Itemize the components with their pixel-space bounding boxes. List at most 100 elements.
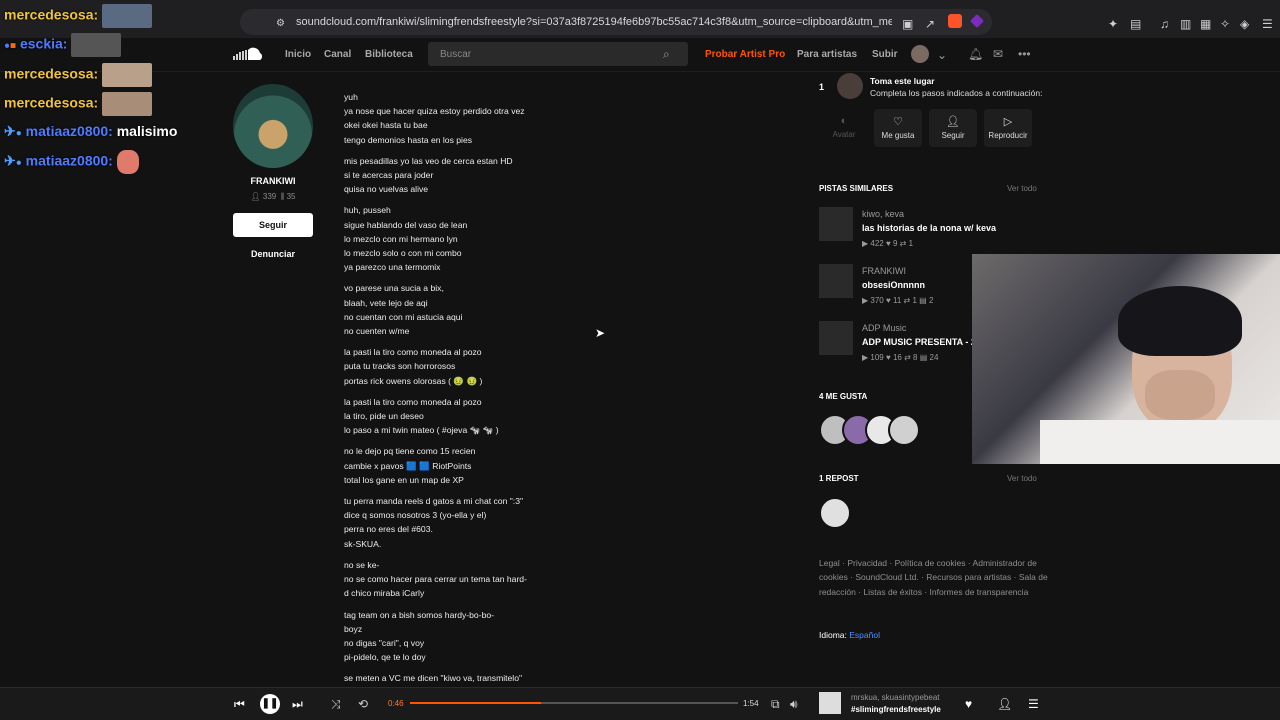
reposts-see-all[interactable]: Ver todo [1007, 474, 1037, 483]
nav-feed[interactable]: Canal [324, 49, 351, 60]
nav-home[interactable]: Inicio [285, 49, 311, 60]
soundcloud-logo-icon[interactable] [232, 46, 264, 62]
liker-avatar[interactable] [888, 414, 920, 446]
wallet-icon[interactable]: ▤ [1130, 17, 1141, 31]
menu-icon[interactable]: ☰ [1262, 17, 1273, 31]
report-link[interactable]: Denunciar [233, 249, 313, 259]
similar-see-all[interactable]: Ver todo [1007, 184, 1037, 193]
plays-icon: ▶ [862, 353, 869, 362]
reposts-heading: 1 REPOST [819, 474, 859, 483]
reposts-icon: ⇄ [899, 239, 907, 248]
language-selector[interactable]: Idioma: Español [819, 630, 880, 640]
previous-icon[interactable]: ⏮︎ [234, 697, 245, 711]
like-step-button[interactable]: ♡ Me gusta [874, 109, 922, 147]
likes-icon: ♥ [885, 239, 891, 248]
reposter-avatar[interactable] [819, 497, 851, 529]
lyrics-stanza: no se ke-no se como hacer para cerrar un… [344, 558, 574, 601]
search-input[interactable]: Buscar [440, 49, 471, 60]
likes-icon: ♥ [885, 296, 891, 305]
similar-track-artist[interactable]: FRANKIWI [862, 266, 906, 276]
footer-links[interactable]: Legal · Privacidad · Política de cookies… [819, 556, 1049, 599]
chat-message: ✈● matiaaz0800: malisimo [4, 123, 178, 139]
chat-emote [102, 4, 153, 28]
lyrics-stanza: huh, pusseh sigue hablando del vaso de le… [344, 203, 574, 274]
chat-emote [71, 33, 122, 57]
site-settings-icon[interactable]: ⚙︎ [276, 17, 285, 31]
lyrics-line: lo mezclo solo o con mi combo [344, 248, 462, 259]
nav-library[interactable]: Biblioteca [365, 49, 413, 60]
badge-icon: ● [15, 157, 22, 169]
screenshot-icon[interactable]: ▣ [902, 17, 913, 31]
search-icon[interactable]: ⌕ [663, 47, 670, 61]
duration-time: 1:54 [743, 699, 759, 708]
lyrics-line: total los gane en un map de XP [344, 474, 464, 485]
similar-track-title[interactable]: obsesiOnnnnn [862, 280, 925, 290]
reading-list-icon[interactable]: ▦ [1200, 17, 1211, 31]
similar-track-artist[interactable]: kiwo, keva [862, 209, 904, 219]
tracks-count[interactable]: 35 [287, 192, 296, 201]
next-icon[interactable]: ⏭︎ [292, 697, 303, 711]
similar-track-artwork[interactable] [819, 207, 853, 241]
queue-icon[interactable]: ☰ [1028, 697, 1039, 711]
more-icon[interactable]: ••• [1018, 47, 1031, 61]
messages-icon[interactable]: ✉︎ [993, 47, 1003, 61]
lyrics-stanza: la pasti la tiro como moneda al pozo puta… [344, 345, 574, 388]
upload-link[interactable]: Subir [872, 49, 898, 60]
artist-name[interactable]: FRANKIWI [233, 176, 313, 186]
plays-icon: ▶ [862, 239, 869, 248]
cursor-icon: ➤ [595, 326, 606, 340]
similar-track-artwork[interactable] [819, 321, 853, 355]
volume-icon[interactable]: 🔊︎ [790, 697, 798, 711]
media-icon[interactable]: ♫ [1160, 17, 1169, 31]
similar-track-title[interactable]: las historias de la nona w/ keva [862, 223, 996, 233]
lyrics-stanza: tu perra manda reels d gatos a mi chat c… [344, 494, 574, 551]
follow-button[interactable]: Seguir [233, 213, 313, 237]
badge-icon: ✈ [4, 123, 16, 139]
lyrics-line: ya parezco una termomix [344, 262, 441, 273]
notifications-icon[interactable]: 🔔︎ [968, 47, 983, 61]
lyrics-line: mis pesadillas yo las veo de cerca estan… [344, 155, 513, 166]
brave-shields-icon[interactable] [948, 14, 962, 28]
badge-icon: ✈ [4, 152, 16, 169]
lyrics-line: d chico miraba iCarly [344, 588, 425, 599]
follow-step-button[interactable]: 👤︎ Seguir [929, 109, 977, 147]
vpn-icon[interactable]: ◈ [1240, 17, 1249, 31]
try-pro-link[interactable]: Probar Artist Pro [705, 49, 785, 60]
shuffle-icon[interactable]: ⤨ [331, 697, 341, 711]
reposts-icon: ⇄ [903, 296, 911, 305]
lyrics-stanza: yuh ya nose que hacer quiza estoy perdido… [344, 90, 574, 147]
extensions-icon[interactable]: ✦ [1108, 17, 1118, 31]
avatar-step: ◐ Avatar [820, 109, 868, 147]
badge-icon: ■ [10, 40, 17, 52]
similar-heading: PISTAS SIMILARES [819, 184, 894, 193]
for-artists-link[interactable]: Para artistas [797, 49, 857, 60]
similar-track-title[interactable]: ADP MUSIC PRESENTA - 2 [862, 337, 976, 347]
ai-icon[interactable]: ✧ [1220, 17, 1230, 31]
repeat-icon[interactable]: ⟲ [358, 697, 368, 711]
artist-avatar[interactable] [233, 84, 313, 168]
follow-user-icon[interactable]: 👤︎ [997, 697, 1012, 711]
followers-count[interactable]: 339 [263, 192, 276, 201]
play-icon: ▷ [1003, 116, 1013, 128]
now-playing-title[interactable]: #slimingfrendsfreestyle [851, 705, 941, 714]
like-heart-icon[interactable]: ♥ [965, 697, 972, 711]
similar-track-artwork[interactable] [819, 264, 853, 298]
cast-icon[interactable]: ⧉ [771, 697, 780, 711]
now-playing-artwork[interactable] [819, 692, 841, 714]
pause-button[interactable]: ❚❚ [260, 694, 280, 714]
lyrics-line: vo parese una sucia a bix, [344, 283, 444, 294]
now-playing-artist[interactable]: mrskua, skuasintypebeat [851, 693, 940, 702]
streamer-hand [1145, 370, 1215, 420]
chat-message: mercedesosa: [4, 92, 153, 116]
avatar-icon: ◐ [840, 115, 848, 127]
sidebar-icon[interactable]: ▥ [1180, 17, 1191, 31]
url-text[interactable]: soundcloud.com/frankiwi/slimingfrendsfre… [296, 16, 892, 28]
chat-message: ●■ esckia: [4, 33, 122, 57]
play-step-button[interactable]: ▷ Reproducir [984, 109, 1032, 147]
user-avatar[interactable] [911, 45, 929, 63]
chevron-down-icon[interactable]: ⌄ [937, 48, 947, 62]
similar-track-artist[interactable]: ADP Music [862, 323, 906, 333]
track-description: yuh ya nose que hacer quiza estoy perdido… [344, 90, 574, 693]
lyrics-line: lo mezclo con mi hermano lyn [344, 233, 458, 244]
share-icon[interactable]: ↗ [925, 17, 935, 31]
